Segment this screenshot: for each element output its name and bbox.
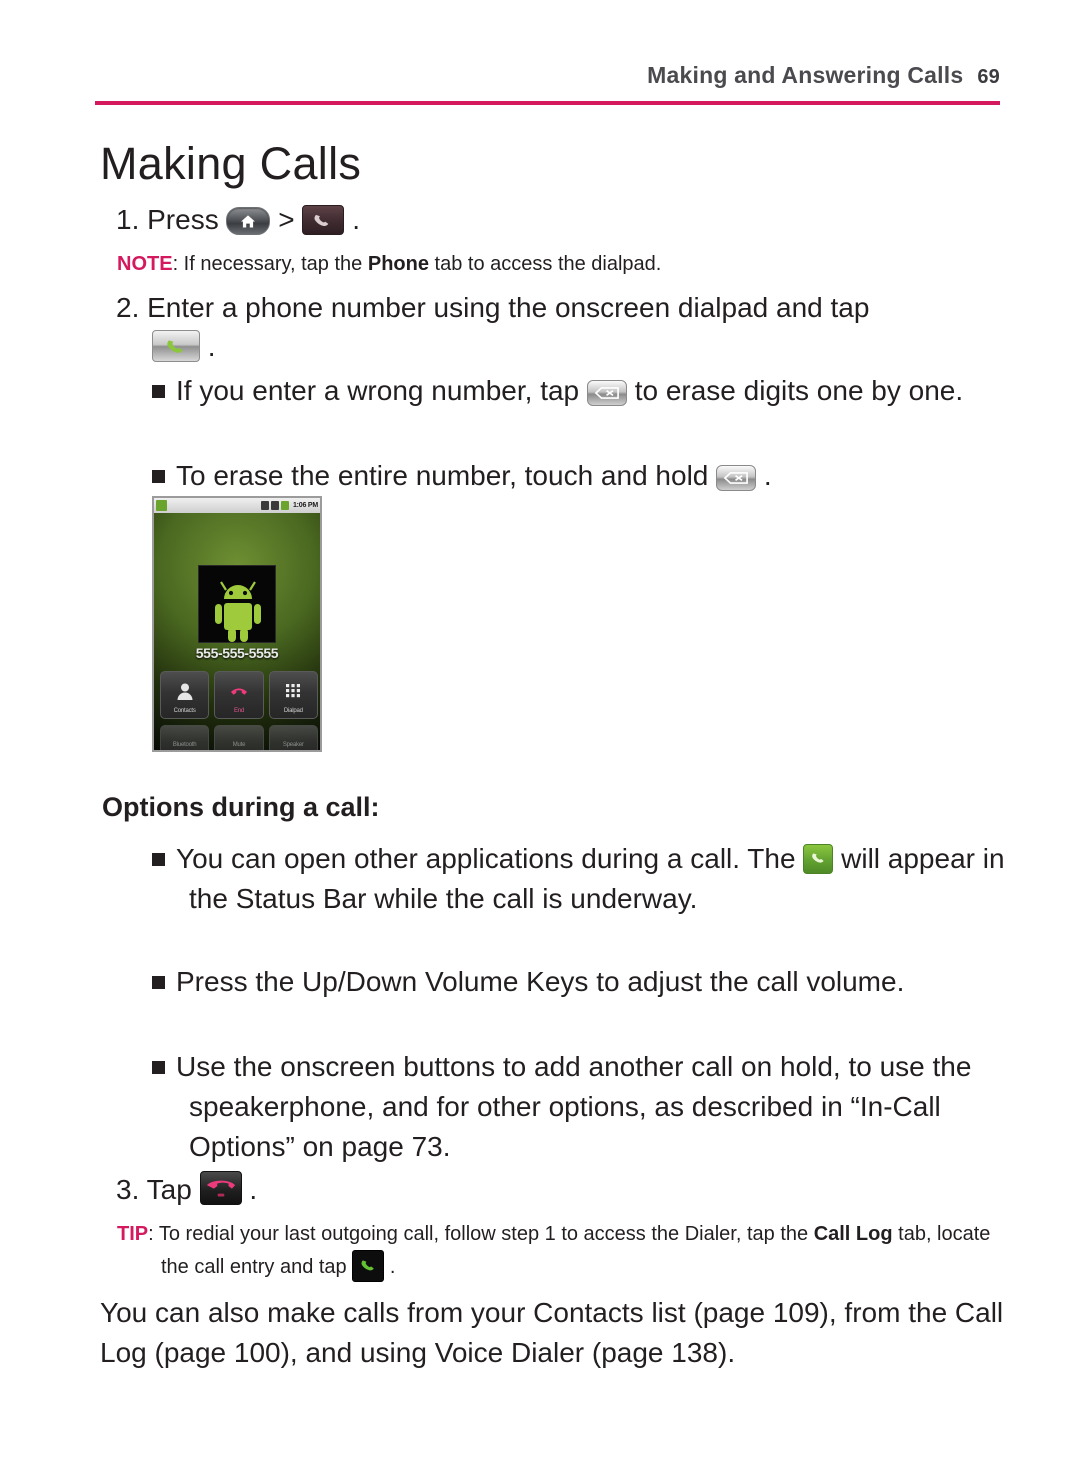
end-call-button-label: End: [233, 708, 245, 714]
manual-page: Making and Answering Calls 69 Making Call…: [0, 0, 1080, 1460]
bullet-marker: [152, 385, 165, 398]
phone-app-icon: [302, 205, 345, 235]
note-text-1: : If necessary, tap the: [172, 253, 368, 275]
closing-paragraph: You can also make calls from your Contac…: [100, 1297, 1004, 1368]
note-bold-phone: Phone: [367, 253, 429, 275]
section-heading-options: Options during a call:: [102, 792, 380, 822]
mute-button-label: Mute: [232, 742, 246, 748]
bullet-erase-one-text-2: to erase digits one by one.: [634, 375, 964, 406]
status-bar-call-indicator-icon: [156, 500, 167, 511]
tip-text-1: : To redial your last outgoing call, fol…: [148, 1223, 814, 1245]
step-3-label: 3. Tap: [116, 1174, 192, 1205]
bullet-onscreen-buttons-text: Use the onscreen buttons to add another …: [176, 1051, 972, 1162]
bullet-marker: [152, 1061, 165, 1074]
signal-icon: [270, 501, 279, 510]
page-title: Making Calls: [100, 138, 362, 189]
vibrate-icon: [260, 501, 269, 510]
dialpad-icon: [283, 681, 303, 701]
bullet-open-apps-text-1: You can open other applications during a…: [176, 843, 796, 874]
note-block: NOTE: If necessary, tap the Phone tab to…: [117, 249, 967, 280]
bullet-erase-one-text-1: If you enter a wrong number, tap: [176, 375, 580, 406]
speaker-button-label: Speaker: [282, 742, 304, 748]
step-1-separator: >: [278, 204, 295, 235]
contact-photo: [198, 565, 276, 643]
status-bar-time: 1:06 PM: [292, 502, 318, 509]
bullet-volume-keys-text: Press the Up/Down Volume Keys to adjust …: [176, 966, 905, 997]
bullet-open-apps: You can open other applications during a…: [152, 839, 1012, 919]
contacts-button-label: Contacts: [173, 708, 196, 714]
end-call-icon: [229, 681, 249, 701]
in-call-wallpaper: 555-555-5555 Contacts End Dialpad Blueto…: [154, 513, 320, 750]
dialpad-button[interactable]: Dialpad: [268, 671, 318, 719]
step-2: 2. Enter a phone number using the onscre…: [116, 288, 1006, 328]
step-1-label: 1. Press: [116, 204, 219, 235]
in-call-button-row-primary: Contacts End Dialpad: [160, 671, 318, 719]
contacts-button[interactable]: Contacts: [160, 671, 210, 719]
bullet-volume-keys: Press the Up/Down Volume Keys to adjust …: [152, 962, 1012, 1002]
call-log-call-icon: [352, 1250, 385, 1282]
bluetooth-button[interactable]: Bluetooth: [160, 725, 210, 750]
page-number: 69: [977, 66, 1000, 88]
bullet-marker: [152, 853, 165, 866]
tip-label: TIP: [117, 1223, 149, 1245]
in-call-button-row-secondary: Bluetooth Mute Speaker: [160, 725, 318, 750]
phone-status-bar: 1:06 PM: [154, 498, 320, 513]
tip-text-3: .: [389, 1256, 396, 1278]
bullet-erase-all-text-1: To erase the entire number, touch and ho…: [176, 460, 709, 491]
step-3: 3. Tap .: [116, 1170, 616, 1210]
step-1-period: .: [352, 204, 360, 235]
step-3-period: .: [249, 1174, 258, 1205]
note-label: NOTE: [117, 253, 173, 275]
speaker-button[interactable]: Speaker: [268, 725, 318, 750]
dialpad-button-label: Dialpad: [283, 708, 303, 714]
header-rule: [95, 101, 1000, 105]
end-call-button[interactable]: End: [214, 671, 264, 719]
mute-button[interactable]: Mute: [214, 725, 264, 750]
note-text-2: tab to access the dialpad.: [428, 253, 662, 275]
bullet-marker: [152, 470, 165, 483]
phone-screenshot-figure: 1:06 PM 555-555-5555 Contacts End Dialpa…: [152, 496, 322, 752]
bullet-erase-all-text-2: .: [763, 460, 772, 491]
dialed-number: 555-555-5555: [195, 645, 279, 661]
end-call-button-icon: [199, 1171, 242, 1205]
step-2-text: 2. Enter a phone number using the onscre…: [116, 292, 870, 323]
bullet-onscreen-buttons: Use the onscreen buttons to add another …: [152, 1047, 1022, 1167]
step-1: 1. Press > .: [116, 200, 676, 240]
backspace-key-icon: [586, 380, 627, 406]
battery-icon: [280, 501, 289, 510]
running-header: Making and Answering Calls 69: [95, 62, 1000, 89]
bullet-marker: [152, 976, 165, 989]
step-2-period: .: [207, 331, 216, 362]
step-2-icon-line: .: [152, 327, 452, 367]
bullet-erase-all: To erase the entire number, touch and ho…: [152, 456, 982, 496]
status-bar-call-icon: [803, 844, 834, 874]
bullet-erase-one: If you enter a wrong number, tap to eras…: [152, 371, 982, 411]
bluetooth-button-label: Bluetooth: [172, 742, 197, 748]
call-button-icon: [152, 330, 200, 362]
tip-block: TIP: To redial your last outgoing call, …: [117, 1219, 997, 1283]
backspace-key-icon: [716, 465, 757, 491]
running-header-title: Making and Answering Calls: [647, 62, 964, 88]
tip-bold-call-log: Call Log: [813, 1223, 893, 1245]
home-key-icon: [226, 207, 271, 235]
contacts-icon: [175, 681, 195, 701]
